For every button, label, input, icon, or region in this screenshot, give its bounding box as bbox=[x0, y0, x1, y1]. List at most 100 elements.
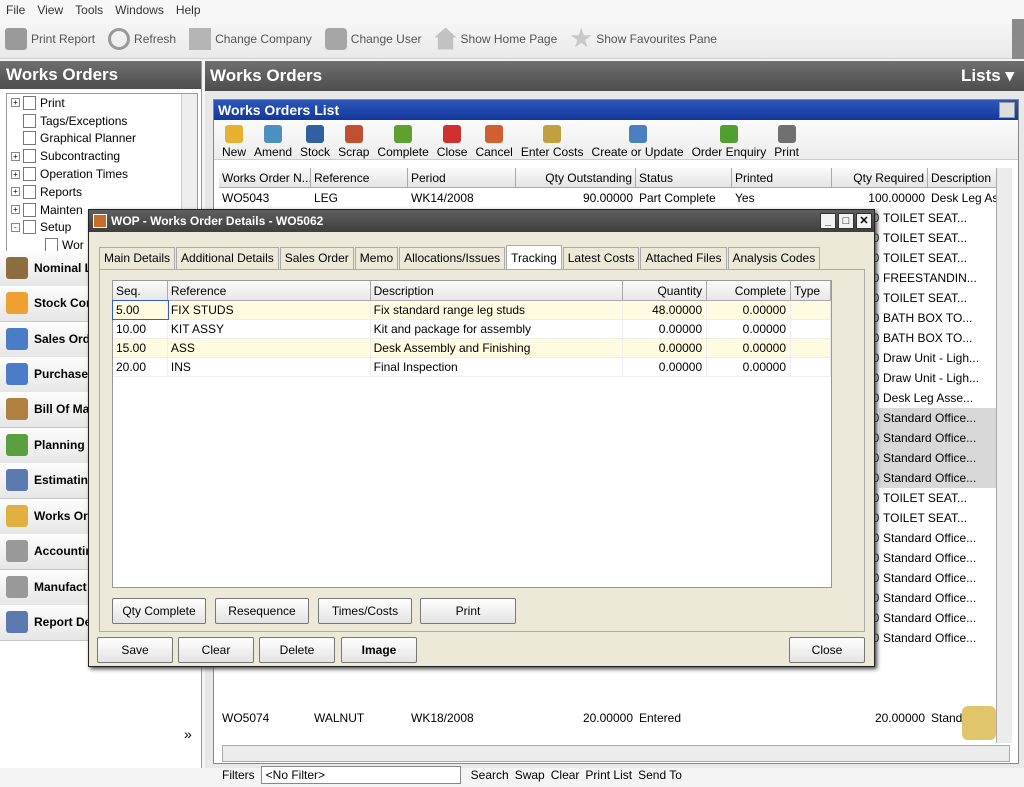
tracking-cell[interactable]: 0.00000 bbox=[623, 339, 708, 357]
tracking-cell[interactable]: Desk Assembly and Finishing bbox=[371, 339, 624, 357]
delete-button[interactable]: Delete bbox=[259, 637, 335, 663]
change-company-button[interactable]: Change Company bbox=[189, 27, 312, 50]
tracking-row[interactable]: 15.00 ASS Desk Assembly and Finishing 0.000… bbox=[113, 339, 831, 358]
list-tool-button[interactable]: Scrap bbox=[338, 125, 369, 159]
tab-memo[interactable]: Memo bbox=[354, 247, 399, 269]
column-header[interactable]: Reference bbox=[311, 168, 408, 187]
list-tool-button[interactable]: Order Enquiry bbox=[692, 125, 766, 159]
tracking-column-header[interactable]: Quantity bbox=[623, 281, 708, 300]
column-header[interactable]: Qty Required bbox=[832, 168, 928, 187]
filter-select[interactable]: <No Filter> bbox=[260, 765, 461, 784]
tab-additional-details[interactable]: Additional Details bbox=[176, 247, 279, 269]
tab-main-details[interactable]: Main Details bbox=[99, 247, 176, 269]
tracking-cell[interactable]: Fix standard range leg studs bbox=[371, 301, 624, 319]
resequence-button[interactable]: Resequence bbox=[215, 598, 309, 624]
search-action[interactable]: Search bbox=[471, 768, 509, 782]
menu-help[interactable]: Help bbox=[176, 3, 201, 17]
tracking-cell[interactable] bbox=[791, 320, 831, 338]
list-tool-button[interactable]: Amend bbox=[254, 125, 292, 159]
tree-node[interactable]: + Reports bbox=[7, 183, 197, 201]
tree-node[interactable]: + Print bbox=[7, 94, 197, 112]
expand-toggle-icon[interactable]: + bbox=[11, 151, 20, 161]
tracking-row[interactable]: 20.00 INS Final Inspection 0.00000 0.00000 bbox=[113, 358, 831, 377]
tab-attached-files[interactable]: Attached Files bbox=[640, 247, 727, 269]
tracking-cell[interactable]: 5.00 bbox=[112, 300, 169, 320]
tracking-row[interactable]: 5.00 FIX STUDS Fix standard range leg stud… bbox=[112, 300, 831, 320]
tracking-cell[interactable]: KIT ASSY bbox=[168, 320, 371, 338]
tracking-cell[interactable] bbox=[791, 358, 831, 376]
tracking-cell[interactable] bbox=[791, 339, 831, 357]
times-costs-button[interactable]: Times/Costs bbox=[318, 598, 412, 624]
list-vertical-scrollbar[interactable] bbox=[996, 168, 1012, 743]
print-report-button[interactable]: Print Report bbox=[5, 27, 95, 50]
close-button[interactable]: Close bbox=[789, 637, 865, 663]
tracking-cell[interactable]: 0.00000 bbox=[707, 301, 792, 319]
dialog-close-x-button[interactable]: ✕ bbox=[856, 213, 872, 229]
tree-node[interactable]: Graphical Planner bbox=[7, 130, 197, 148]
column-header[interactable]: Status bbox=[636, 168, 732, 187]
tree-node[interactable]: + Subcontracting bbox=[7, 147, 197, 165]
clear-button[interactable]: Clear bbox=[178, 637, 254, 663]
tracking-column-header[interactable]: Description bbox=[371, 281, 624, 300]
save-button[interactable]: Save bbox=[97, 637, 173, 663]
expand-toggle-icon[interactable]: + bbox=[11, 205, 20, 215]
tracking-cell[interactable]: Kit and package for assembly bbox=[371, 320, 624, 338]
column-header[interactable]: Period bbox=[408, 168, 516, 187]
tracking-column-header[interactable]: Reference bbox=[168, 281, 371, 300]
tracking-cell[interactable]: 0.00000 bbox=[623, 358, 708, 376]
list-close-button[interactable] bbox=[999, 102, 1015, 118]
column-header[interactable]: Printed bbox=[732, 168, 832, 187]
swap-action[interactable]: Swap bbox=[515, 768, 545, 782]
tracking-cell[interactable]: 0.00000 bbox=[707, 339, 792, 357]
tracking-cell[interactable]: 0.00000 bbox=[623, 320, 708, 338]
clear-action[interactable]: Clear bbox=[551, 768, 580, 782]
show-home-page-button[interactable]: Show Home Page bbox=[434, 27, 557, 50]
tab-sales-order[interactable]: Sales Order bbox=[279, 247, 354, 269]
tracking-cell[interactable]: 20.00 bbox=[113, 358, 168, 376]
expand-toggle-icon[interactable]: + bbox=[11, 98, 20, 108]
print-list-action[interactable]: Print List bbox=[585, 768, 632, 782]
list-tool-button[interactable]: New bbox=[222, 125, 246, 159]
menu-windows[interactable]: Windows bbox=[115, 3, 164, 17]
tree-node[interactable]: + Operation Times bbox=[7, 165, 197, 183]
tab-latest-costs[interactable]: Latest Costs bbox=[562, 247, 640, 269]
tracking-cell[interactable]: 0.00000 bbox=[707, 320, 792, 338]
qty-complete-button[interactable]: Qty Complete bbox=[112, 598, 206, 624]
tree-node[interactable]: Tags/Exceptions bbox=[7, 112, 197, 130]
menu-file[interactable]: File bbox=[6, 3, 25, 17]
list-tool-button[interactable]: Complete bbox=[377, 125, 429, 159]
tracking-cell[interactable]: FIX STUDS bbox=[168, 301, 371, 319]
nav-overflow-chevron-icon[interactable]: » bbox=[184, 726, 192, 742]
refresh-button[interactable]: Refresh bbox=[108, 27, 176, 50]
tracking-cell[interactable]: 0.00000 bbox=[707, 358, 792, 376]
tracking-row[interactable]: 10.00 KIT ASSY Kit and package for assembl… bbox=[113, 320, 831, 339]
menu-tools[interactable]: Tools bbox=[75, 3, 103, 17]
toolbar-overflow[interactable] bbox=[1012, 19, 1024, 59]
list-tool-button[interactable]: Stock bbox=[300, 125, 330, 159]
list-tool-button[interactable]: Cancel bbox=[475, 125, 513, 159]
expand-toggle-icon[interactable]: - bbox=[11, 222, 20, 232]
show-favourites-pane-button[interactable]: Show Favourites Pane bbox=[570, 27, 717, 50]
list-tool-button[interactable]: Enter Costs bbox=[521, 125, 584, 159]
list-tool-button[interactable]: Close bbox=[437, 125, 467, 159]
tracking-column-header[interactable]: Seq. bbox=[113, 281, 168, 300]
minimize-button[interactable]: _ bbox=[820, 213, 836, 229]
expand-toggle-icon[interactable]: + bbox=[11, 187, 20, 197]
table-row[interactable]: WO5043 LEG WK14/2008 90.00000 Part Complete Y… bbox=[219, 188, 1009, 208]
tracking-column-header[interactable]: Type bbox=[791, 281, 831, 300]
lists-button[interactable]: Lists ▾ bbox=[961, 61, 1014, 91]
maximize-button[interactable]: □ bbox=[838, 213, 854, 229]
list-horizontal-scrollbar[interactable] bbox=[222, 745, 1010, 762]
expand-toggle-icon[interactable]: + bbox=[11, 169, 20, 179]
tab-allocations-issues[interactable]: Allocations/Issues bbox=[399, 247, 506, 269]
column-header[interactable]: Qty Outstanding bbox=[516, 168, 636, 187]
change-user-button[interactable]: Change User bbox=[324, 27, 422, 50]
tracking-cell[interactable] bbox=[791, 301, 831, 319]
column-header[interactable]: Works Order N... bbox=[219, 168, 311, 187]
print-button[interactable]: Print bbox=[420, 598, 516, 624]
list-tool-button[interactable]: Create or Update bbox=[592, 125, 684, 159]
tracking-cell[interactable]: INS bbox=[168, 358, 371, 376]
tab-tracking[interactable]: Tracking bbox=[506, 245, 562, 269]
tracking-cell[interactable]: 10.00 bbox=[113, 320, 168, 338]
tracking-cell[interactable]: ASS bbox=[168, 339, 371, 357]
